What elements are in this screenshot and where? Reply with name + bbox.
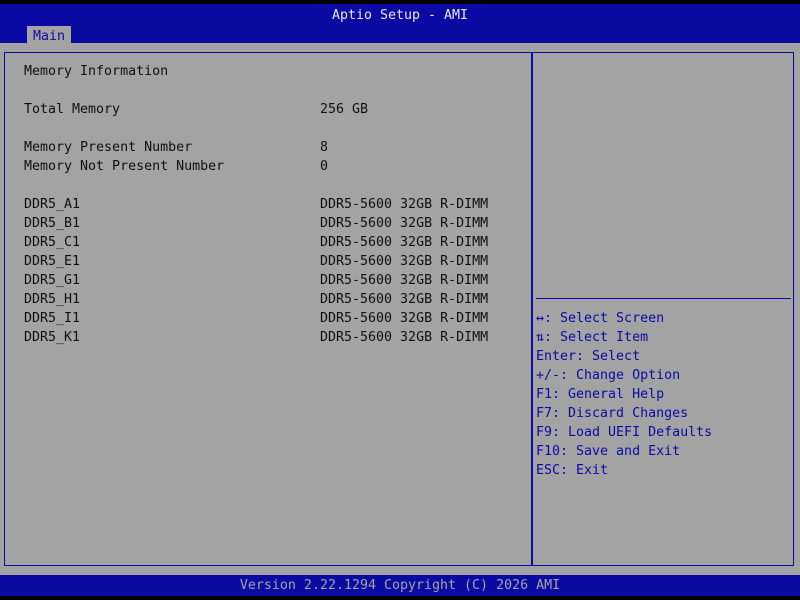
help-enter: Enter: Select	[536, 349, 641, 364]
help-load-defaults: F9: Load UEFI Defaults	[536, 425, 713, 440]
slot-label: DDR5_G1	[24, 273, 81, 288]
memory-not-present-label: Memory Not Present Number	[24, 159, 225, 174]
slot-label: DDR5_H1	[24, 292, 81, 307]
footer-version: Version 2.22.1294 Copyright (C) 2026 AMI	[239, 578, 561, 593]
slot-label: DDR5_B1	[24, 216, 81, 231]
section-title: Memory Information	[24, 64, 169, 79]
window-title: Aptio Setup - AMI	[331, 8, 469, 23]
slot-label: DDR5_E1	[24, 254, 81, 269]
title-bar: Aptio Setup - AMI Main	[0, 0, 800, 47]
help-general-help: F1: General Help	[536, 387, 665, 402]
slot-value: DDR5-5600 32GB R-DIMM	[320, 330, 489, 345]
slot-value: DDR5-5600 32GB R-DIMM	[320, 197, 489, 212]
slot-value: DDR5-5600 32GB R-DIMM	[320, 235, 489, 250]
slot-value: DDR5-5600 32GB R-DIMM	[320, 273, 489, 288]
tab-main[interactable]: Main	[27, 26, 72, 47]
memory-not-present-value: 0	[320, 159, 329, 174]
slot-value: DDR5-5600 32GB R-DIMM	[320, 292, 489, 307]
help-change-option: +/-: Change Option	[536, 368, 681, 383]
panel-divider	[531, 52, 533, 566]
slot-label: DDR5_I1	[24, 311, 81, 326]
slot-label: DDR5_A1	[24, 197, 81, 212]
bottom-edge	[0, 596, 800, 600]
slot-value: DDR5-5600 32GB R-DIMM	[320, 254, 489, 269]
total-memory-label: Total Memory	[24, 102, 121, 117]
help-divider	[536, 298, 791, 299]
help-select-item: ⇅: Select Item	[536, 330, 649, 345]
help-save-exit: F10: Save and Exit	[536, 444, 681, 459]
slot-value: DDR5-5600 32GB R-DIMM	[320, 311, 489, 326]
memory-present-value: 8	[320, 140, 329, 155]
slot-label: DDR5_C1	[24, 235, 81, 250]
slot-label: DDR5_K1	[24, 330, 81, 345]
memory-present-label: Memory Present Number	[24, 140, 193, 155]
slot-value: DDR5-5600 32GB R-DIMM	[320, 216, 489, 231]
total-memory-value: 256 GB	[320, 102, 369, 117]
help-select-screen: ↔: Select Screen	[536, 311, 665, 326]
help-discard-changes: F7: Discard Changes	[536, 406, 689, 421]
help-exit: ESC: Exit	[536, 463, 609, 478]
footer-bar: Version 2.22.1294 Copyright (C) 2026 AMI	[0, 575, 800, 596]
